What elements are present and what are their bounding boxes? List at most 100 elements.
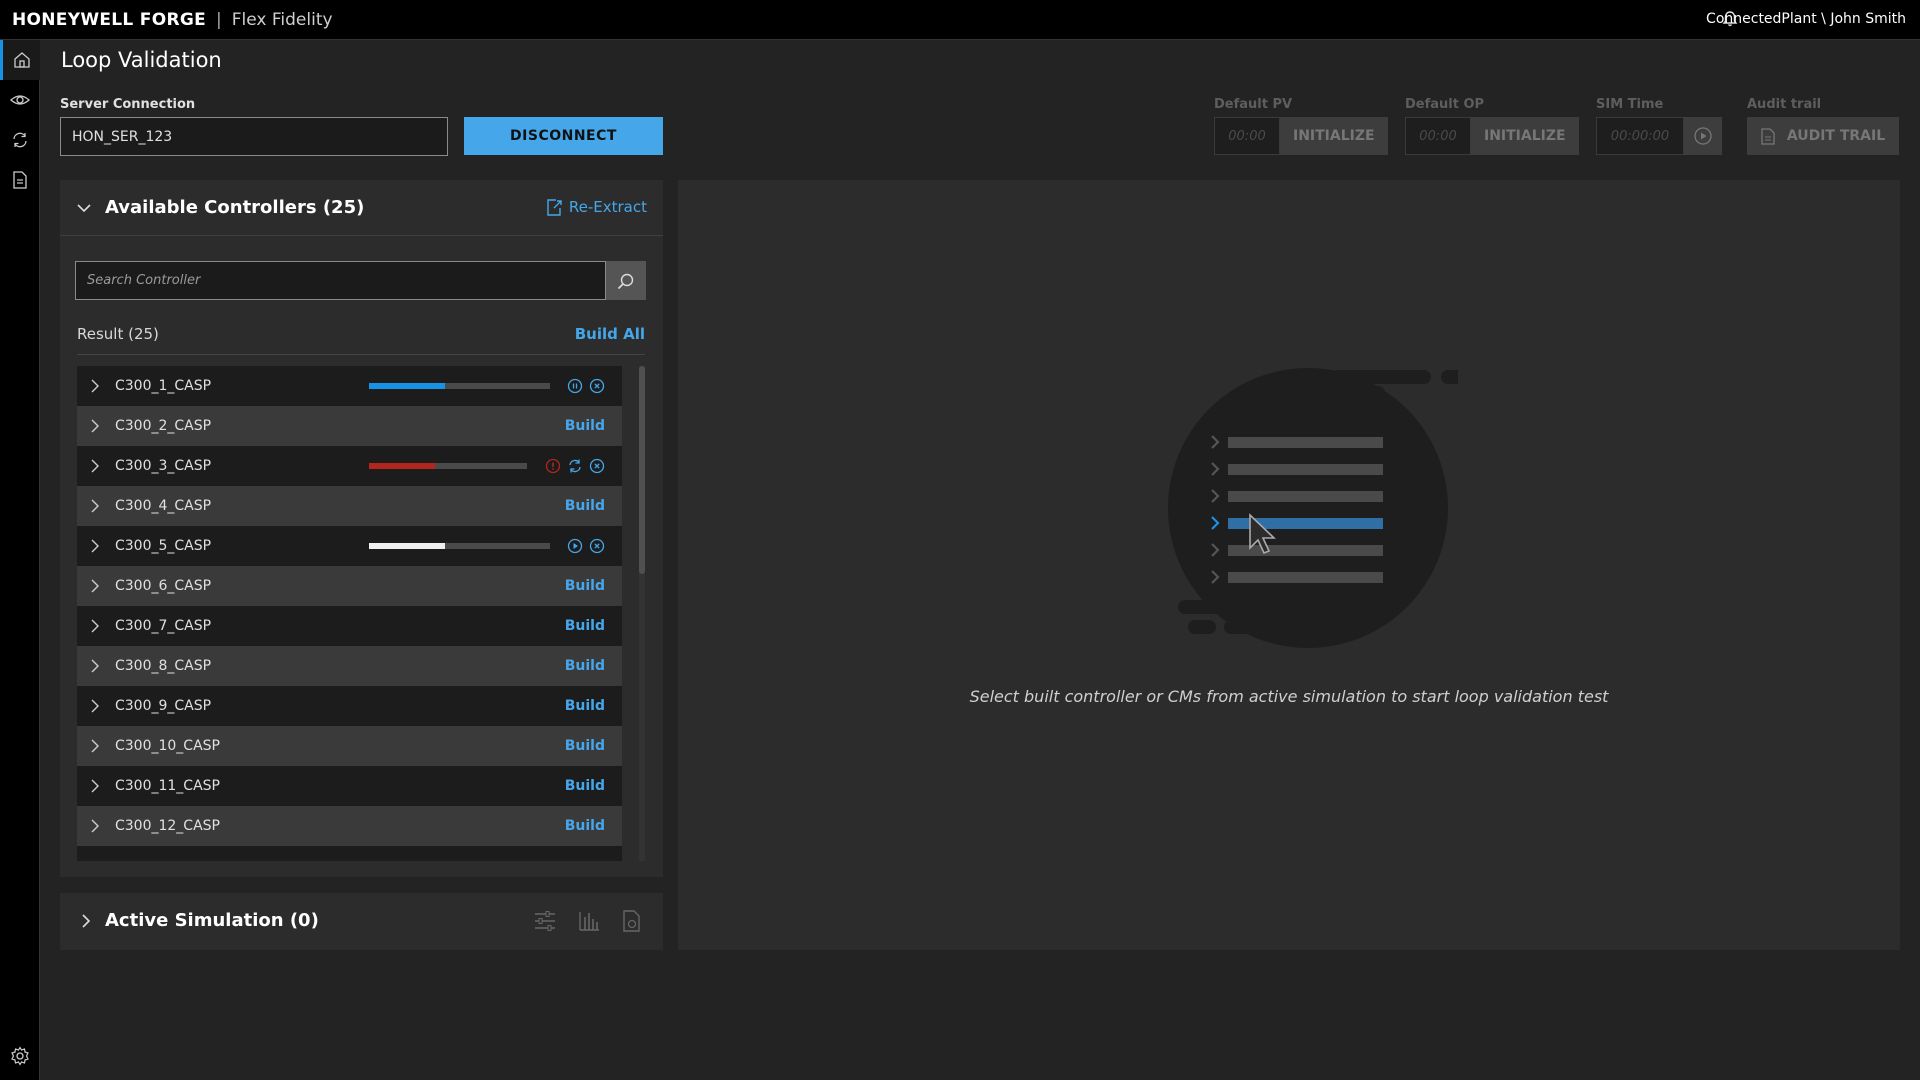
pause-icon[interactable] — [567, 378, 583, 394]
default-pv-group: Default PV 00:00 INITIALIZE — [1214, 97, 1388, 155]
chevron-right-icon[interactable] — [89, 579, 109, 593]
chevron-right-icon[interactable] — [89, 739, 109, 753]
user-name[interactable]: ConnectedPlant \ John Smith — [1706, 11, 1906, 27]
build-all-button[interactable]: Build All — [575, 325, 645, 343]
controller-row[interactable]: C300_5_CASP — [77, 526, 622, 566]
build-button[interactable]: Build — [565, 498, 605, 514]
build-button[interactable]: Build — [565, 738, 605, 754]
sim-time-group: SIM Time 00:00:00 — [1596, 97, 1722, 155]
nav-document[interactable] — [0, 160, 40, 200]
disconnect-button[interactable]: DISCONNECT — [464, 117, 663, 155]
server-connection-input[interactable] — [60, 117, 448, 156]
default-op-time[interactable]: 00:00 — [1405, 117, 1471, 155]
nav-refresh[interactable] — [0, 120, 40, 160]
build-button[interactable]: Build — [565, 578, 605, 594]
chevron-down-icon[interactable] — [76, 200, 92, 220]
default-op-group: Default OP 00:00 INITIALIZE — [1405, 97, 1579, 155]
controller-row[interactable]: C300_9_CASP Build — [77, 686, 622, 726]
build-button[interactable]: Build — [565, 658, 605, 674]
bar-chart-icon[interactable] — [577, 909, 601, 937]
search-controller — [75, 261, 646, 300]
chevron-right-icon[interactable] — [89, 459, 109, 473]
retry-icon[interactable] — [567, 458, 583, 474]
controller-row[interactable]: C300_1_CASP — [77, 366, 622, 406]
controller-name: C300_6_CASP — [115, 578, 212, 594]
controller-row[interactable]: C300_3_CASP — [77, 446, 622, 486]
chevron-right-icon[interactable] — [89, 619, 109, 633]
sliders-icon[interactable] — [533, 909, 557, 937]
brand-separator: | — [216, 9, 222, 30]
error-icon[interactable] — [545, 458, 561, 474]
document-icon — [13, 171, 27, 189]
chevron-right-icon[interactable] — [89, 379, 109, 393]
controller-row[interactable]: C300_6_CASP Build — [77, 566, 622, 606]
scrollbar[interactable] — [639, 366, 645, 861]
active-simulation-panel[interactable]: Active Simulation (0) — [60, 893, 663, 950]
default-op-initialize-button[interactable]: INITIALIZE — [1471, 117, 1579, 155]
active-simulation-title: Active Simulation (0) — [105, 910, 319, 931]
controller-name: C300_10_CASP — [115, 738, 220, 754]
controller-row[interactable]: C300_8_CASP Build — [77, 646, 622, 686]
nav-view[interactable] — [0, 80, 40, 120]
controller-row[interactable]: C300_11_CASP Build — [77, 766, 622, 806]
result-count: Result (25) — [77, 325, 159, 343]
brand-logo: HONEYWELL FORGE — [12, 9, 206, 30]
build-button[interactable]: Build — [565, 818, 605, 834]
chevron-right-icon[interactable] — [89, 779, 109, 793]
build-button[interactable]: Build — [565, 418, 605, 434]
build-button[interactable]: Build — [565, 778, 605, 794]
controller-row[interactable]: C300_12_CASP Build — [77, 806, 622, 846]
nav-settings[interactable] — [0, 1036, 40, 1076]
eye-icon — [10, 95, 30, 105]
cancel-icon[interactable] — [589, 538, 605, 554]
available-controllers-panel: Available Controllers (25) Re-Extract Re… — [60, 180, 663, 877]
re-extract-button[interactable]: Re-Extract — [546, 198, 647, 216]
controller-name: C300_11_CASP — [115, 778, 220, 794]
nav-home[interactable] — [0, 40, 40, 80]
chevron-right-icon[interactable] — [89, 819, 109, 833]
chevron-right-icon[interactable] — [89, 419, 109, 433]
search-button[interactable] — [606, 261, 646, 300]
controller-name: C300_12_CASP — [115, 818, 220, 834]
server-connection-label: Server Connection — [60, 97, 196, 112]
row-actions — [567, 378, 605, 394]
build-progress-bar — [369, 383, 550, 389]
chevron-right-icon[interactable] — [89, 539, 109, 553]
controller-row[interactable]: C300_4_CASP Build — [77, 486, 622, 526]
sim-time-value[interactable]: 00:00:00 — [1596, 117, 1684, 155]
empty-state-message: Select built controller or CMs from acti… — [969, 687, 1609, 706]
audit-trail-button[interactable]: AUDIT TRAIL — [1747, 117, 1899, 155]
file-icon — [1761, 127, 1775, 145]
controller-name: C300_7_CASP — [115, 618, 212, 634]
result-header: Result (25) Build All — [77, 325, 645, 355]
controller-row[interactable]: C300_7_CASP Build — [77, 606, 622, 646]
cancel-icon[interactable] — [589, 378, 605, 394]
build-progress-bar — [369, 543, 550, 549]
controller-name: C300_3_CASP — [115, 458, 212, 474]
build-button[interactable]: Build — [565, 618, 605, 634]
main-content-area: Select built controller or CMs from acti… — [678, 180, 1900, 950]
chevron-right-icon[interactable] — [89, 659, 109, 673]
scroll-thumb[interactable] — [639, 366, 645, 574]
default-pv-initialize-button[interactable]: INITIALIZE — [1280, 117, 1388, 155]
left-nav — [0, 40, 40, 1080]
report-icon[interactable] — [621, 909, 643, 937]
search-icon — [617, 273, 634, 289]
chevron-right-icon[interactable] — [78, 913, 94, 933]
gear-icon — [11, 1046, 29, 1066]
controller-row-partial — [77, 846, 622, 861]
cancel-icon[interactable] — [589, 458, 605, 474]
controller-row[interactable]: C300_2_CASP Build — [77, 406, 622, 446]
search-input[interactable] — [75, 261, 606, 300]
chevron-right-icon[interactable] — [89, 499, 109, 513]
chevron-right-icon[interactable] — [89, 699, 109, 713]
controller-row[interactable]: C300_10_CASP Build — [77, 726, 622, 766]
build-button[interactable]: Build — [565, 698, 605, 714]
sim-play-button[interactable] — [1684, 117, 1722, 155]
play-icon[interactable] — [567, 538, 583, 554]
controller-name: C300_1_CASP — [115, 378, 212, 394]
audit-group: Audit trail AUDIT TRAIL — [1747, 97, 1899, 155]
default-pv-time[interactable]: 00:00 — [1214, 117, 1280, 155]
controller-list: C300_1_CASP C300_2_CASP Build C300_3_CASP C3… — [77, 366, 622, 861]
available-controllers-header[interactable]: Available Controllers (25) Re-Extract — [60, 180, 663, 236]
